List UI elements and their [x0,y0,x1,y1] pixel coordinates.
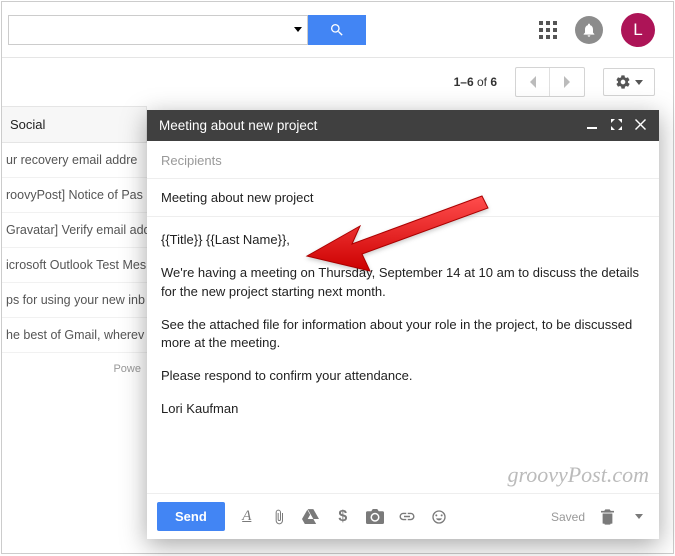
camera-icon [366,509,384,524]
compose-toolbar: Send A $ Saved [147,493,659,539]
emoji-icon [431,509,447,525]
search-dropdown-caret[interactable] [289,16,307,44]
photo-button[interactable] [365,509,385,524]
powered-label: Powe [2,353,147,385]
settings-button[interactable] [603,68,655,96]
saved-label: Saved [551,510,585,524]
compose-body[interactable]: {{Title}} {{Last Name}}, We're having a … [147,217,659,493]
search-icon [329,22,345,38]
mail-row[interactable]: ur recovery email addre [2,143,147,178]
link-icon [398,512,416,521]
minimize-button[interactable] [585,118,599,133]
page-prev-button[interactable] [516,68,550,96]
compose-title-text: Meeting about new project [159,118,317,133]
page-next-button[interactable] [550,68,584,96]
bell-icon [581,22,597,38]
body-paragraph: We're having a meeting on Thursday, Sept… [161,264,645,302]
recipients-field[interactable]: Recipients [147,141,659,179]
minimize-icon [587,120,597,130]
mail-list: Social ur recovery email addre roovyPost… [2,106,147,553]
expand-icon [611,119,622,130]
mail-row[interactable]: Gravatar] Verify email add [2,213,147,248]
notifications-button[interactable] [575,16,603,44]
close-button[interactable] [633,118,647,133]
caret-down-icon [635,80,643,85]
close-icon [635,119,646,130]
chevron-left-icon [529,76,537,88]
paperclip-icon [271,509,287,525]
body-signature: Lori Kaufman [161,400,645,419]
pagination-label: 1–6 of 6 [454,75,497,89]
search-button[interactable] [308,15,366,45]
emoji-button[interactable] [429,509,449,525]
link-button[interactable] [397,512,417,521]
compose-titlebar[interactable]: Meeting about new project [147,110,659,141]
top-bar: L [2,2,673,58]
body-paragraph: See the attached file for information ab… [161,316,645,354]
discard-button[interactable] [597,509,617,525]
list-toolbar: 1–6 of 6 [2,58,673,106]
mail-row[interactable]: ps for using your new inb [2,283,147,318]
compose-window: Meeting about new project Recipients Mee… [147,110,659,539]
gear-icon [615,74,631,90]
caret-down-icon [635,514,643,519]
attach-button[interactable] [269,509,289,525]
expand-button[interactable] [609,118,623,133]
drive-icon [302,509,319,524]
body-greeting: {{Title}} {{Last Name}}, [161,231,645,250]
pager [515,67,585,97]
search-box[interactable] [8,15,308,45]
send-button[interactable]: Send [157,502,225,531]
mail-row[interactable]: icrosoft Outlook Test Mes [2,248,147,283]
apps-icon[interactable] [539,21,557,39]
mail-row[interactable]: roovyPost] Notice of Pas [2,178,147,213]
mail-row[interactable]: he best of Gmail, wherev [2,318,147,353]
subject-field[interactable]: Meeting about new project [147,179,659,217]
tab-social[interactable]: Social [2,106,147,143]
money-button[interactable]: $ [333,508,353,526]
more-button[interactable] [629,514,649,519]
avatar[interactable]: L [621,13,655,47]
chevron-right-icon [563,76,571,88]
watermark: groovyPost.com [507,459,649,491]
trash-icon [601,509,614,525]
formatting-button[interactable]: A [237,508,257,525]
drive-button[interactable] [301,509,321,524]
body-paragraph: Please respond to confirm your attendanc… [161,367,645,386]
